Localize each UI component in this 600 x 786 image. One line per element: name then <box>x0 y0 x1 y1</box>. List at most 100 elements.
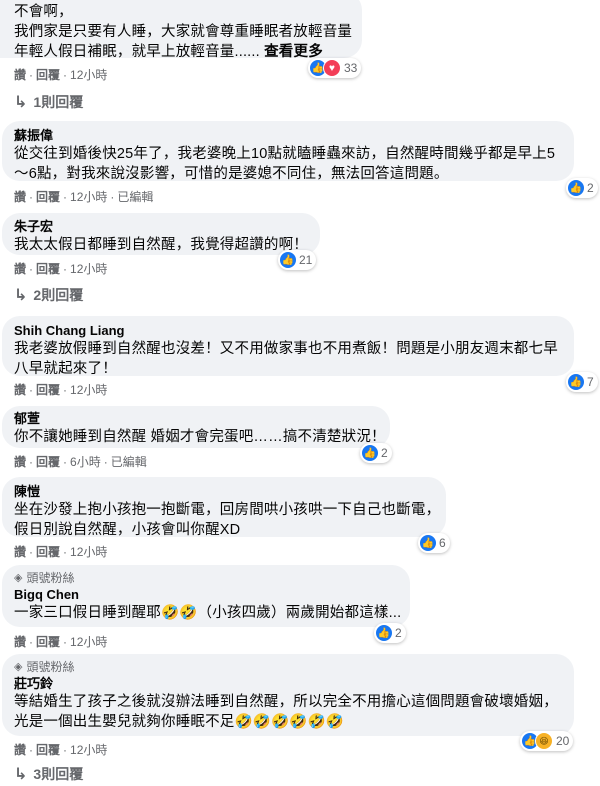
like-icon: 👍 <box>376 625 392 641</box>
reaction-summary[interactable]: 👍 ♥ 33 <box>308 58 362 78</box>
comment-line: 八早就起來了！ <box>14 361 117 377</box>
comment-text: 我太太假日都睡到自然醒，我覺得超讚的啊！ <box>14 235 308 255</box>
reply-button[interactable]: 回覆 <box>36 189 60 205</box>
comment-line: 不會啊， <box>14 4 73 20</box>
reply-button[interactable]: 回覆 <box>36 261 60 277</box>
reply-button[interactable]: 回覆 <box>36 454 60 470</box>
reaction-count: 21 <box>299 253 313 267</box>
comment-actions: 讚 · 回覆 · 12小時 <box>14 742 108 758</box>
comment-bubble: 朱子宏 我太太假日都睡到自然醒，我覺得超讚的啊！ <box>2 213 320 255</box>
commenter-name[interactable]: 郁萱 <box>14 410 378 427</box>
reaction-count: 7 <box>587 375 594 389</box>
reaction-summary[interactable]: 👍 7 <box>566 372 598 392</box>
reaction-count: 2 <box>587 181 594 195</box>
comment-line: 光是一個出生嬰兒就夠你睡眠不足🤣🤣🤣🤣🤣🤣 <box>14 714 345 730</box>
like-icon: 👍 <box>280 252 296 268</box>
reaction-count: 33 <box>344 61 358 75</box>
badge-label: 頭號粉絲 <box>26 571 75 585</box>
timestamp[interactable]: 12小時 <box>70 67 107 83</box>
timestamp[interactable]: 12小時 <box>70 382 107 398</box>
comment-line: 坐在沙發上抱小孩抱一抱斷電，回房間哄小孩哄一下自己也斷電， <box>14 502 441 518</box>
reply-arrow-icon: ↳ <box>14 287 28 304</box>
comment-text: 一家三口假日睡到醒耶🤣🤣（小孩四歲）兩歲開始都這樣... <box>14 603 401 623</box>
comment-text: 你不讓她睡到自然醒 婚姻才會完蛋吧……搞不清楚狀況！ <box>14 427 386 447</box>
comment-bubble: Shih Chang Liang 我老婆放假睡到自然醒也沒差！又不用做家事也不用… <box>2 316 574 379</box>
comment-line: ～6點，對我來說沒影響，可惜的是婆媳不同住，無法回答這問題。 <box>14 166 449 182</box>
like-button[interactable]: 讚 <box>14 634 26 650</box>
reaction-summary[interactable]: 👍 21 <box>278 250 317 270</box>
reply-button[interactable]: 回覆 <box>36 544 60 560</box>
timestamp[interactable]: 12小時 <box>70 189 107 205</box>
reaction-count: 2 <box>395 626 402 640</box>
like-icon: 👍 <box>568 374 584 390</box>
comment-line: 我太太假日都睡到自然醒，我覺得超讚的啊！ <box>14 237 308 253</box>
top-fan-badge: ◈ 頭號粉絲 <box>14 570 398 586</box>
reaction-summary[interactable]: 👍 2 <box>566 178 598 198</box>
commenter-name[interactable]: 蘇振偉 <box>14 127 562 144</box>
reaction-count: 6 <box>439 536 446 550</box>
top-fan-badge: ◈ 頭號粉絲 <box>14 659 562 675</box>
edited-label: 已編輯 <box>110 455 147 469</box>
comment-line: 等結婚生了孩子之後就沒辦法睡到自然醒，所以完全不用擔心這個問題會破壞婚姻， <box>14 694 558 710</box>
like-button[interactable]: 讚 <box>14 742 26 758</box>
reply-button[interactable]: 回覆 <box>36 382 60 398</box>
commenter-name[interactable]: Bigq Chen <box>14 586 398 603</box>
replies-label: 3則回覆 <box>33 766 84 782</box>
reply-button[interactable]: 回覆 <box>36 742 60 758</box>
like-button[interactable]: 讚 <box>14 67 26 83</box>
reply-arrow-icon: ↳ <box>14 94 28 111</box>
replies-label: 1則回覆 <box>33 94 84 110</box>
reaction-count: 2 <box>381 446 388 460</box>
view-replies-button[interactable]: ↳ 2則回覆 <box>14 285 83 305</box>
badge-label: 頭號粉絲 <box>26 660 75 674</box>
like-button[interactable]: 讚 <box>14 454 26 470</box>
reply-button[interactable]: 回覆 <box>36 634 60 650</box>
comment-text: 我老婆放假睡到自然醒也沒差！又不用做家事也不用煮飯！問題是小朋友週末都七早 八早… <box>14 339 562 379</box>
timestamp[interactable]: 12小時 <box>70 544 107 560</box>
diamond-icon: ◈ <box>14 661 23 673</box>
comment-actions: 讚 · 回覆 · 12小時 <box>14 382 108 398</box>
timestamp[interactable]: 12小時 <box>70 634 107 650</box>
comment-actions: 讚 · 回覆 · 12小時 <box>14 67 108 83</box>
comment-text: 從交往到婚後快25年了，我老婆晚上10點就瞌睡蟲來訪，自然醒時間幾乎都是早上5 … <box>14 144 562 184</box>
timestamp[interactable]: 12小時 <box>70 742 107 758</box>
comment-bubble: ◈ 頭號粉絲 Bigq Chen 一家三口假日睡到醒耶🤣🤣（小孩四歲）兩歲開始都這… <box>2 565 410 627</box>
commenter-name[interactable]: 莊巧鈴 <box>14 675 562 692</box>
like-button[interactable]: 讚 <box>14 382 26 398</box>
reaction-count: 20 <box>556 734 570 748</box>
commenter-name[interactable]: Shih Chang Liang <box>14 322 562 339</box>
comment-bubble: 陳愷 坐在沙發上抱小孩抱一抱斷電，回房間哄小孩哄一下自己也斷電， 假日別說自然醒… <box>2 477 446 540</box>
comment-line: 我老婆放假睡到自然醒也沒差！又不用做家事也不用煮飯！問題是小朋友週末都七早 <box>14 341 558 357</box>
reply-button[interactable]: 回覆 <box>36 67 60 83</box>
comment-actions: 讚 · 回覆 · 12小時 · 已編輯 <box>14 189 154 205</box>
comment-line: 你不讓她睡到自然醒 婚姻才會完蛋吧……搞不清楚狀況！ <box>14 429 386 445</box>
comment-actions: 讚 · 回覆 · 12小時 <box>14 261 108 277</box>
commenter-name[interactable]: 陳愷 <box>14 483 434 500</box>
replies-label: 2則回覆 <box>33 287 84 303</box>
comment-text: 坐在沙發上抱小孩抱一抱斷電，回房間哄小孩哄一下自己也斷電， 假日別說自然醒，小孩… <box>14 500 441 540</box>
comment-bubble: 不會啊， 我們家是只要有人睡，大家就會尊重睡眠者放輕音量 年輕人假日補眠，就早上… <box>0 0 362 60</box>
haha-icon: 😆 <box>535 732 553 750</box>
timestamp[interactable]: 12小時 <box>70 261 107 277</box>
commenter-name[interactable]: 朱子宏 <box>14 218 308 235</box>
like-button[interactable]: 讚 <box>14 261 26 277</box>
reaction-summary[interactable]: 👍 2 <box>360 443 392 463</box>
like-button[interactable]: 讚 <box>14 544 26 560</box>
view-replies-button[interactable]: ↳ 3則回覆 <box>14 764 83 784</box>
timestamp[interactable]: 6小時 <box>70 454 101 470</box>
comment-line: 從交往到婚後快25年了，我老婆晚上10點就瞌睡蟲來訪，自然醒時間幾乎都是早上5 <box>14 146 556 162</box>
comment-line: 年輕人假日補眠，就早上放輕音量...... <box>14 44 260 60</box>
comment-bubble: ◈ 頭號粉絲 莊巧鈴 等結婚生了孩子之後就沒辦法睡到自然醒，所以完全不用擔心這個問… <box>2 654 574 736</box>
like-icon: 👍 <box>420 535 436 551</box>
comment-actions: 讚 · 回覆 · 12小時 <box>14 544 108 560</box>
like-button[interactable]: 讚 <box>14 189 26 205</box>
comment-text: 不會啊， 我們家是只要有人睡，大家就會尊重睡眠者放輕音量 年輕人假日補眠，就早上… <box>14 2 352 62</box>
reaction-summary[interactable]: 👍 6 <box>418 533 450 553</box>
like-icon: 👍 <box>568 180 584 196</box>
comment-actions: 讚 · 回覆 · 6小時 · 已編輯 <box>14 454 147 470</box>
comment-line: 假日別說自然醒，小孩會叫你醒XD <box>14 522 241 538</box>
reaction-summary[interactable]: 👍 2 <box>374 623 406 643</box>
reaction-summary[interactable]: 👍 😆 20 <box>520 731 574 751</box>
view-replies-button[interactable]: ↳ 1則回覆 <box>14 92 83 112</box>
edited-label: 已編輯 <box>117 190 154 204</box>
